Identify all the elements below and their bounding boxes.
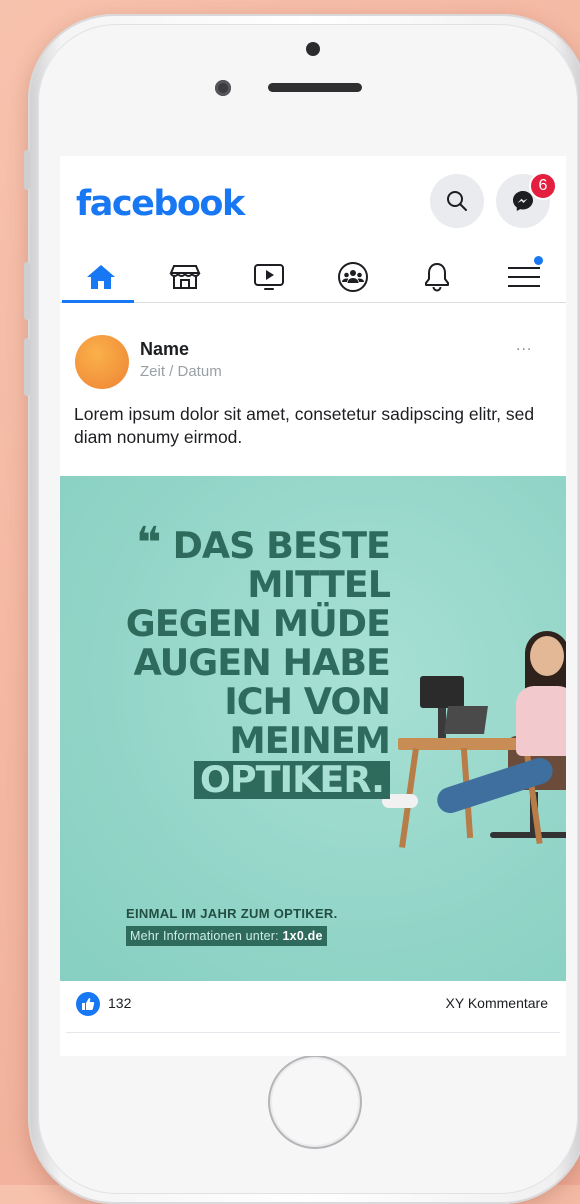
more-options-button[interactable]: ... xyxy=(516,337,532,355)
tab-notifications[interactable] xyxy=(400,252,470,302)
like-count[interactable]: 132 xyxy=(108,995,131,1011)
avatar[interactable] xyxy=(75,335,129,389)
post-text: Lorem ipsum dolor sit amet, consetetur s… xyxy=(74,404,535,447)
messenger-badge: 6 xyxy=(529,172,557,200)
comment-count[interactable]: XY Kommentare xyxy=(446,995,548,1011)
facebook-logo[interactable]: facebook xyxy=(76,184,245,224)
post-image[interactable]: ❝ DAS BESTE MITTEL GEGEN MÜDE AUGEN HABE… xyxy=(60,476,566,981)
ad-tagline: EINMAL IM JAHR ZUM OPTIKER. xyxy=(126,906,338,921)
like-reaction-icon[interactable] xyxy=(76,992,100,1016)
store-icon xyxy=(169,265,201,289)
ad-headline: ❝ DAS BESTE MITTEL GEGEN MÜDE AUGEN HABE… xyxy=(125,522,391,799)
quote-icon: ❝ xyxy=(136,518,162,569)
ad-link[interactable]: 1x0.de xyxy=(283,929,323,943)
person-illustration xyxy=(530,636,564,676)
tab-groups[interactable] xyxy=(316,252,386,302)
phone-volume-down xyxy=(24,338,30,396)
divider xyxy=(66,1032,560,1033)
thumbs-up-icon xyxy=(82,998,95,1010)
monitor-illustration xyxy=(420,676,464,708)
earpiece-speaker xyxy=(268,83,362,92)
app-screen: facebook 6 Name Zeit / Datum ... Lorem i… xyxy=(60,156,566,1056)
post-header: Name Zeit / Datum ... xyxy=(60,331,566,391)
tab-watch[interactable] xyxy=(232,252,302,302)
ad-info[interactable]: Mehr Informationen unter: 1x0.de xyxy=(126,926,327,946)
bell-icon xyxy=(425,263,449,292)
reactions-bar: 132 XY Kommentare xyxy=(60,988,566,1028)
tab-marketplace[interactable] xyxy=(148,252,218,302)
chair-feet xyxy=(490,832,566,838)
post-timestamp: Zeit / Datum xyxy=(140,363,222,380)
home-icon xyxy=(87,265,115,289)
search-button[interactable] xyxy=(430,174,484,228)
app-header: facebook 6 xyxy=(60,156,566,246)
person-body xyxy=(516,686,566,756)
video-icon xyxy=(254,264,284,290)
menu-notification-dot xyxy=(534,256,543,265)
headline-line: MEINEM xyxy=(229,719,391,762)
hamburger-icon xyxy=(508,267,540,287)
tab-bar xyxy=(60,252,566,303)
phone-volume-up xyxy=(24,262,30,320)
laptop-illustration xyxy=(444,706,488,734)
headline-line: ICH VON xyxy=(224,680,391,723)
headline-line: DAS BESTE xyxy=(172,524,391,567)
post-author[interactable]: Name xyxy=(140,339,189,360)
tab-active-indicator xyxy=(62,300,134,303)
tab-home[interactable] xyxy=(64,252,134,302)
headline-line: AUGEN HABE xyxy=(133,641,391,684)
ad-info-prefix: Mehr Informationen unter: xyxy=(130,929,279,943)
front-camera xyxy=(215,80,231,96)
proximity-sensor xyxy=(306,42,320,56)
phone-side-button xyxy=(24,150,30,190)
tab-menu[interactable] xyxy=(484,252,554,302)
home-button[interactable] xyxy=(268,1055,362,1149)
headline-line: MITTEL xyxy=(247,563,391,606)
groups-icon xyxy=(338,262,368,292)
headline-line: GEGEN MÜDE xyxy=(125,602,391,645)
headline-highlight: OPTIKER. xyxy=(193,761,390,799)
search-icon xyxy=(447,191,467,211)
